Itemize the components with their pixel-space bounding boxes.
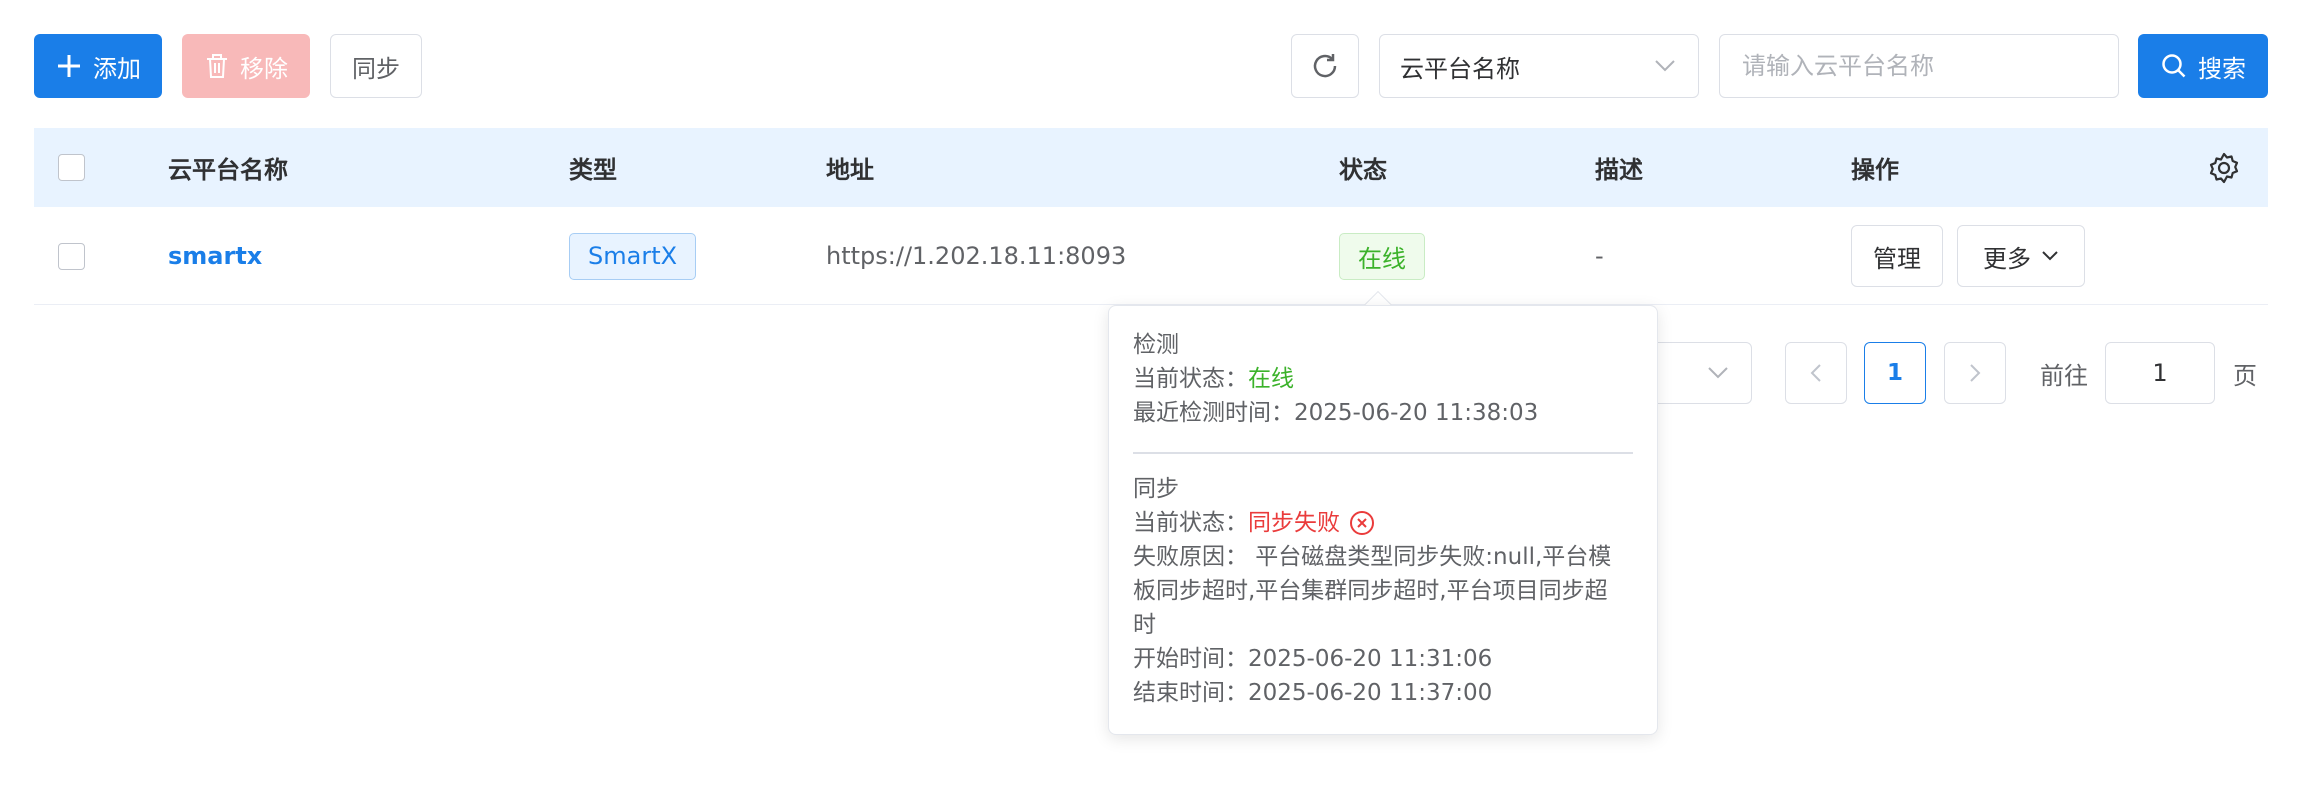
status-cell: 在线 <box>1339 207 1425 305</box>
search-button-label: 搜索 <box>2198 54 2246 83</box>
detect-time-line: 最近检测时间：2025-06-20 11:38:03 <box>1133 396 1633 430</box>
more-button-label: 更多 <box>1983 244 2031 273</box>
status-detail-popover: 检测 当前状态：在线 最近检测时间：2025-06-20 11:38:03 同步… <box>1108 305 1658 735</box>
header-address: 地址 <box>826 156 874 184</box>
fail-reason-line-3: 时 <box>1133 611 1156 638</box>
end-time-value: 2025-06-20 11:37:00 <box>1248 679 1493 706</box>
description-cell: - <box>1595 242 1604 270</box>
manage-button-label: 管理 <box>1873 244 1921 273</box>
header-name: 云平台名称 <box>168 156 288 184</box>
goto-label: 前往 <box>2040 362 2088 390</box>
row-select-cell <box>58 207 85 305</box>
chevron-down-icon <box>1655 60 1675 72</box>
page-number-current[interactable]: 1 <box>1864 342 1926 404</box>
address-cell: https://1.202.18.11:8093 <box>826 242 1127 270</box>
error-circle-icon <box>1350 510 1374 535</box>
sync-status-label: 当前状态： <box>1133 509 1248 536</box>
search-icon <box>2162 54 2186 78</box>
more-dropdown-button[interactable]: 更多 <box>1957 225 2085 287</box>
header-type: 类型 <box>569 156 617 184</box>
type-cell: SmartX <box>569 207 697 305</box>
page-suffix-label: 页 <box>2233 362 2257 390</box>
table-row: smartx SmartX https://1.202.18.11:8093 在… <box>34 207 2268 305</box>
row-checkbox[interactable] <box>58 242 85 270</box>
remove-button[interactable]: 移除 <box>182 34 310 98</box>
start-time-line: 开始时间：2025-06-20 11:31:06 <box>1133 642 1633 676</box>
start-time-value: 2025-06-20 11:31:06 <box>1248 645 1493 672</box>
chevron-left-icon <box>1810 364 1821 382</box>
column-settings-cell <box>2207 128 2241 207</box>
search-button[interactable]: 搜索 <box>2138 34 2268 98</box>
start-time-label: 开始时间： <box>1133 645 1248 672</box>
end-time-line: 结束时间：2025-06-20 11:37:00 <box>1133 676 1633 710</box>
actions-cell: 管理 更多 <box>1851 207 2085 305</box>
detect-status-line: 当前状态：在线 <box>1133 362 1633 396</box>
end-time-label: 结束时间： <box>1133 679 1248 706</box>
detect-status-value: 在线 <box>1248 366 1294 392</box>
chevron-right-icon <box>1970 364 1981 382</box>
remove-button-label: 移除 <box>240 54 288 83</box>
detect-section-title: 检测 <box>1133 332 1179 358</box>
filter-select-value: 云平台名称 <box>1400 54 1520 83</box>
detect-time-value: 2025-06-20 11:38:03 <box>1294 400 1539 426</box>
prev-page-button[interactable] <box>1785 342 1847 404</box>
plus-icon <box>58 55 80 77</box>
status-badge[interactable]: 在线 <box>1339 232 1425 280</box>
refresh-icon <box>1313 54 1337 78</box>
chevron-down-icon <box>1708 367 1728 379</box>
platform-name-link[interactable]: smartx <box>168 207 262 305</box>
sync-status-value: 同步失败 <box>1248 509 1340 536</box>
chevron-down-icon <box>2042 251 2058 261</box>
select-all-cell <box>58 128 85 207</box>
next-page-button[interactable] <box>1944 342 2006 404</box>
add-button[interactable]: 添加 <box>34 34 162 98</box>
header-description: 描述 <box>1595 156 1643 184</box>
select-all-checkbox[interactable] <box>58 154 85 181</box>
sync-button-label: 同步 <box>352 54 400 83</box>
sync-status-line: 当前状态： 同步失败 <box>1133 506 1633 540</box>
search-input[interactable] <box>1719 34 2119 98</box>
fail-reason-line-1: 失败原因： 平台磁盘类型同步失败:null,平台模 <box>1133 543 1612 570</box>
filter-field-select[interactable]: 云平台名称 <box>1379 34 1699 98</box>
header-actions: 操作 <box>1851 156 1899 184</box>
popover-divider <box>1133 452 1633 454</box>
sync-section-title: 同步 <box>1133 475 1179 502</box>
goto-page-input[interactable] <box>2105 342 2215 404</box>
page-number-label: 1 <box>1886 360 1903 386</box>
type-tag: SmartX <box>569 232 697 280</box>
gear-icon[interactable] <box>2207 151 2241 185</box>
sync-button[interactable]: 同步 <box>330 34 422 98</box>
table-header: 云平台名称 类型 地址 状态 描述 操作 <box>34 128 2268 207</box>
manage-button[interactable]: 管理 <box>1851 225 1943 287</box>
fail-reason-line-2: 板同步超时,平台集群同步超时,平台项目同步超 <box>1133 577 1608 604</box>
header-status: 状态 <box>1339 156 1387 184</box>
detect-status-label: 当前状态： <box>1133 366 1248 392</box>
refresh-button[interactable] <box>1291 34 1359 98</box>
detect-time-label: 最近检测时间： <box>1133 400 1294 426</box>
add-button-label: 添加 <box>93 54 141 83</box>
trash-icon <box>207 54 227 78</box>
